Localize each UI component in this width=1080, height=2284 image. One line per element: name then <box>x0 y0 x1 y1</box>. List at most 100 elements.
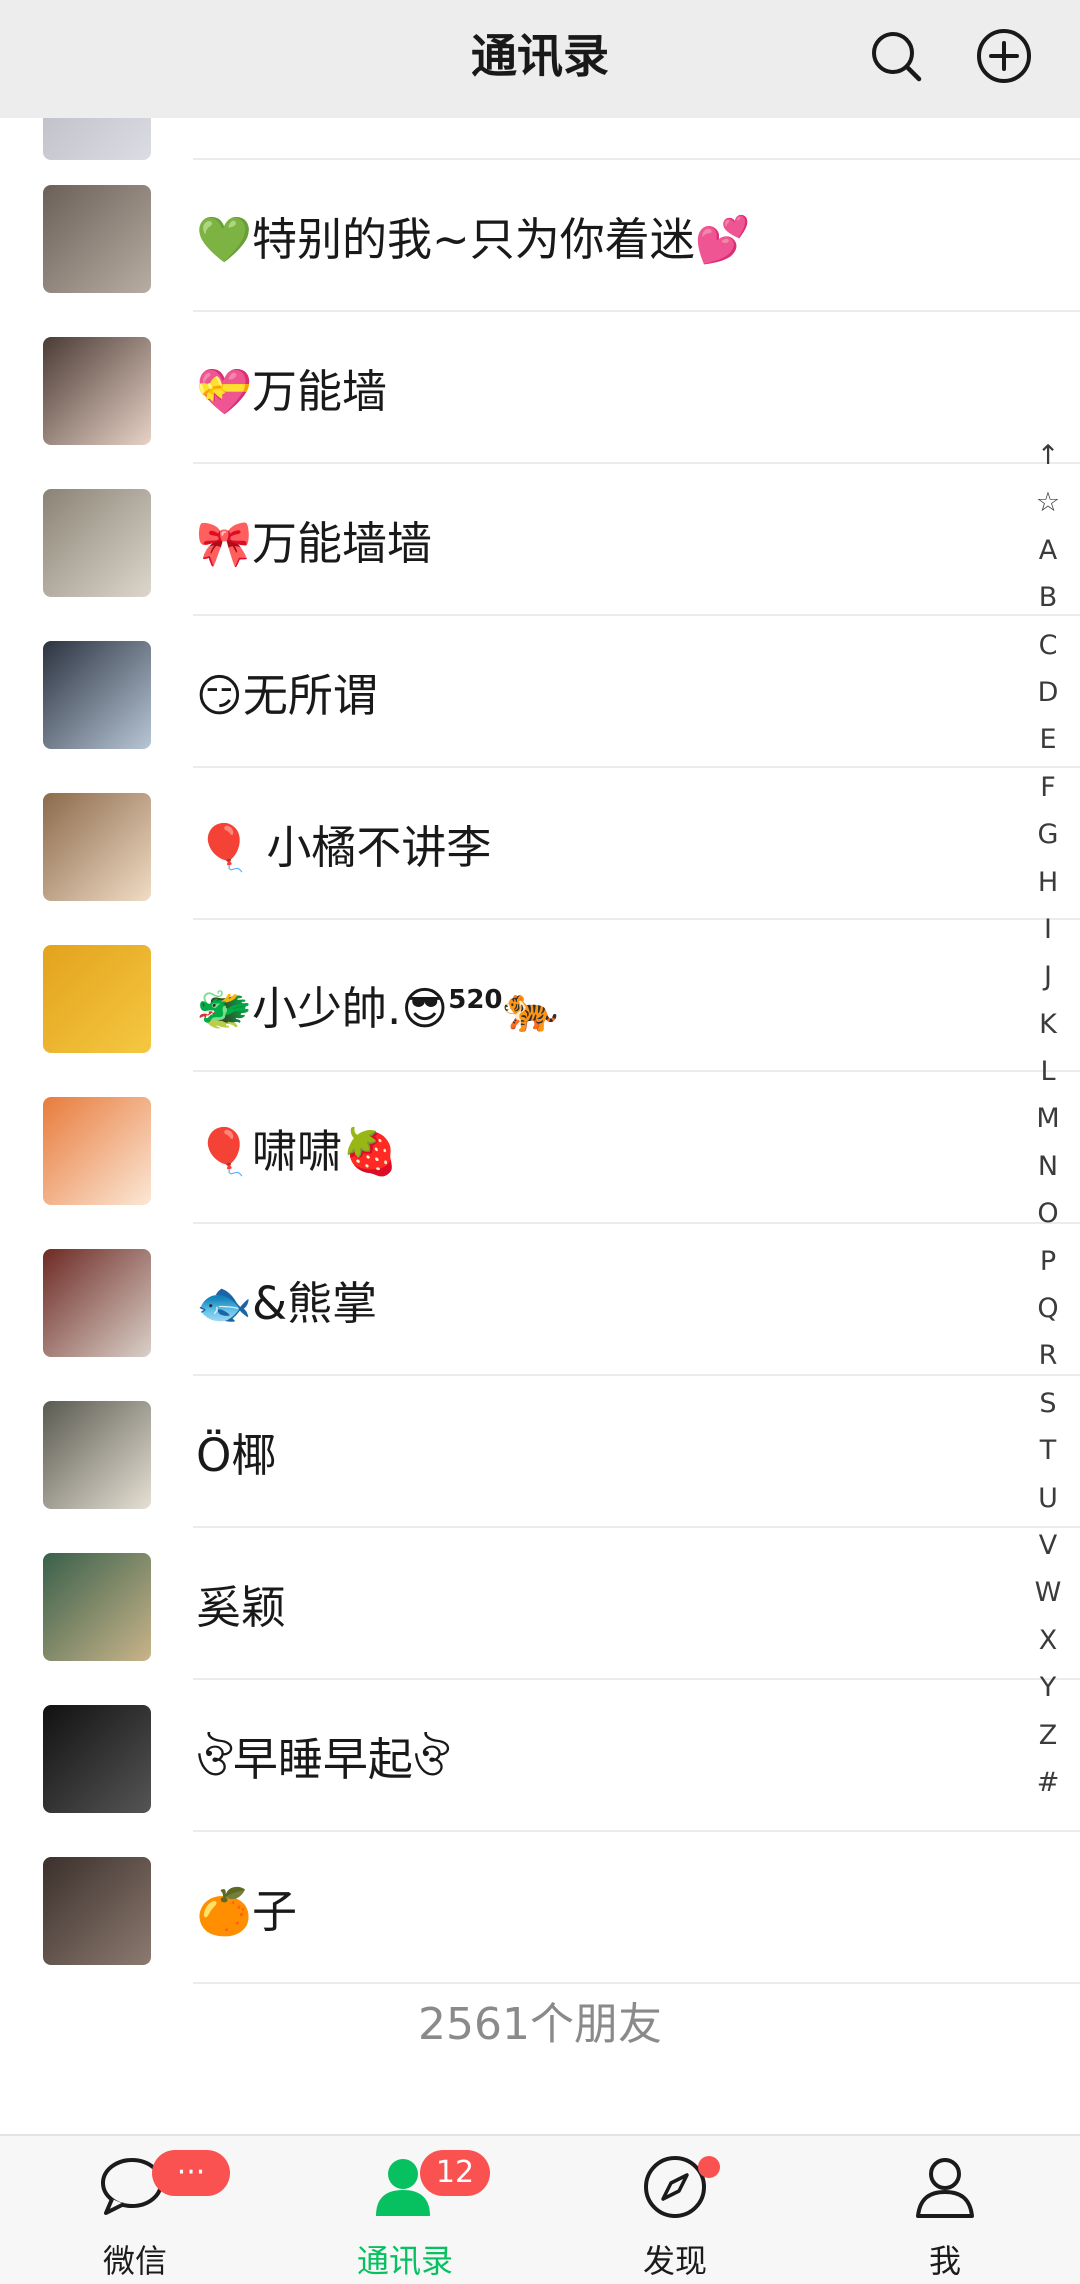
index-letter[interactable]: P <box>1030 1238 1066 1285</box>
contact-name: 🎀万能墙墙 <box>196 504 432 584</box>
tab-contacts[interactable]: 12 通讯录 <box>270 2136 540 2284</box>
contact-row[interactable]: ঔ早睡早起ঔ <box>0 1680 1080 1832</box>
index-letter[interactable]: D <box>1030 669 1066 716</box>
contacts-badge: 12 <box>420 2150 490 2196</box>
avatar <box>43 641 151 749</box>
person-icon <box>905 2152 985 2222</box>
plus-circle-icon <box>977 29 1031 83</box>
index-letter[interactable]: Y <box>1030 1664 1066 1711</box>
contact-name-superscript: 520 <box>448 985 503 1015</box>
tab-label: 发现 <box>642 2242 707 2280</box>
contact-name-text: 🐲小少帥.😎 <box>196 982 449 1035</box>
avatar <box>43 1401 151 1509</box>
contact-name-suffix: 🐅 <box>502 982 559 1035</box>
avatar <box>43 489 151 597</box>
contact-name: 💝万能墙 <box>196 352 387 432</box>
index-letter[interactable]: Z <box>1030 1712 1066 1759</box>
index-letter[interactable]: M <box>1030 1095 1066 1142</box>
tab-label: 通讯录 <box>356 2242 453 2280</box>
index-letter[interactable]: E <box>1030 716 1066 763</box>
index-letter[interactable]: I <box>1030 906 1066 953</box>
contact-name: 🎈 小橘不讲李 <box>196 808 491 888</box>
index-letter[interactable]: # <box>1030 1759 1066 1806</box>
tab-label: 微信 <box>102 2242 167 2280</box>
index-letter[interactable]: X <box>1030 1617 1066 1664</box>
row-divider <box>193 1982 1080 1984</box>
contact-name: Ö椰 <box>196 1416 276 1496</box>
avatar <box>43 1097 151 1205</box>
index-letter[interactable]: J <box>1030 953 1066 1000</box>
contact-name-text: 💚特别的我~只为你着迷💕 <box>196 213 751 266</box>
index-letter[interactable]: F <box>1030 764 1066 811</box>
contact-row[interactable]: 😏无所谓 <box>0 616 1080 768</box>
index-letter[interactable]: B <box>1030 574 1066 621</box>
contact-row[interactable]: 🎈啸啸🍓 <box>0 1072 1080 1224</box>
search-button[interactable] <box>864 24 928 88</box>
discover-dot <box>698 2156 720 2178</box>
avatar <box>43 185 151 293</box>
contact-row[interactable] <box>0 118 1080 160</box>
contact-row[interactable]: 💚特别的我~只为你着迷💕 <box>0 160 1080 312</box>
index-letter[interactable]: H <box>1030 859 1066 906</box>
contact-name: ঔ早睡早起ঔ <box>196 1720 450 1800</box>
search-icon <box>872 32 922 82</box>
contact-row[interactable]: 奚颖 <box>0 1528 1080 1680</box>
index-letter[interactable]: V <box>1030 1522 1066 1569</box>
index-letter[interactable]: G <box>1030 811 1066 858</box>
contact-row[interactable]: 🎈 小橘不讲李 <box>0 768 1080 920</box>
index-letter[interactable]: T <box>1030 1427 1066 1474</box>
chats-badge: ··· <box>152 2150 230 2196</box>
friend-count: 2561个朋友 <box>418 1999 662 2050</box>
contact-name-text: 🐟&熊掌 <box>196 1277 378 1330</box>
contact-row[interactable]: 🎀万能墙墙 <box>0 464 1080 616</box>
index-letter[interactable]: L <box>1030 1048 1066 1095</box>
tab-me[interactable]: 我 <box>810 2136 1080 2284</box>
index-letter[interactable]: Q <box>1030 1285 1066 1332</box>
alphabet-index-bar[interactable]: ↑ ☆ A B C D E F G H I J K L M N O P Q R S T U V W X Y Z # <box>1030 432 1066 1806</box>
index-letter[interactable]: W <box>1030 1569 1066 1616</box>
contact-name: 🎈啸啸🍓 <box>196 1112 398 1192</box>
contact-name-text: 🍊子 <box>196 1885 298 1938</box>
avatar <box>43 793 151 901</box>
contact-row[interactable]: Ö椰 <box>0 1376 1080 1528</box>
avatar <box>43 1857 151 1965</box>
index-letter[interactable]: A <box>1030 527 1066 574</box>
contact-name-text: 奚颖 <box>196 1581 287 1634</box>
index-letter[interactable]: ↑ <box>1030 432 1066 479</box>
top-bar: 通讯录 <box>0 0 1080 118</box>
contact-row[interactable]: 🍊子 <box>0 1832 1080 1984</box>
tab-discover[interactable]: 发现 <box>540 2136 810 2284</box>
avatar <box>43 945 151 1053</box>
contact-name: 💚特别的我~只为你着迷💕 <box>196 200 751 280</box>
contact-row[interactable]: 💝万能墙 <box>0 312 1080 464</box>
contact-name: 🐲小少帥.😎520🐅 <box>196 960 559 1040</box>
contact-name: 😏无所谓 <box>196 656 378 736</box>
index-letter[interactable]: C <box>1030 622 1066 669</box>
contact-name-text: ঔ早睡早起ঔ <box>196 1733 450 1786</box>
contact-row[interactable]: 🐟&熊掌 <box>0 1224 1080 1376</box>
contact-name-text: Ö椰 <box>196 1429 277 1482</box>
index-letter[interactable]: U <box>1030 1475 1066 1522</box>
add-button[interactable] <box>972 24 1036 88</box>
avatar <box>43 118 151 160</box>
index-letter[interactable]: ☆ <box>1030 479 1066 526</box>
contact-name-text: 🎈啸啸🍓 <box>196 1125 399 1178</box>
index-letter[interactable]: S <box>1030 1380 1066 1427</box>
index-letter[interactable]: O <box>1030 1190 1066 1237</box>
contact-name-text: 🎈 小橘不讲李 <box>196 821 492 874</box>
contact-name-text: 😏无所谓 <box>196 669 378 722</box>
index-letter[interactable]: R <box>1030 1332 1066 1379</box>
bottom-tab-bar: ··· 微信 12 通讯录 发现 我 <box>0 2134 1080 2284</box>
avatar <box>43 1249 151 1357</box>
avatar <box>43 1705 151 1813</box>
tab-chats[interactable]: ··· 微信 <box>0 2136 270 2284</box>
contact-name: 奚颖 <box>196 1568 286 1648</box>
contact-row[interactable]: 🐲小少帥.😎520🐅 <box>0 920 1080 1072</box>
contact-name-text: 🎀万能墙墙 <box>196 517 433 570</box>
avatar <box>43 337 151 445</box>
index-letter[interactable]: N <box>1030 1143 1066 1190</box>
contact-name-text: 💝万能墙 <box>196 365 388 418</box>
contact-list[interactable]: 💚特别的我~只为你着迷💕 💝万能墙 🎀万能墙墙 😏无所谓 🎈 小橘不讲李 🐲小少帥.😎52… <box>0 118 1080 2134</box>
contact-name: 🐟&熊掌 <box>196 1264 377 1344</box>
index-letter[interactable]: K <box>1030 1001 1066 1048</box>
